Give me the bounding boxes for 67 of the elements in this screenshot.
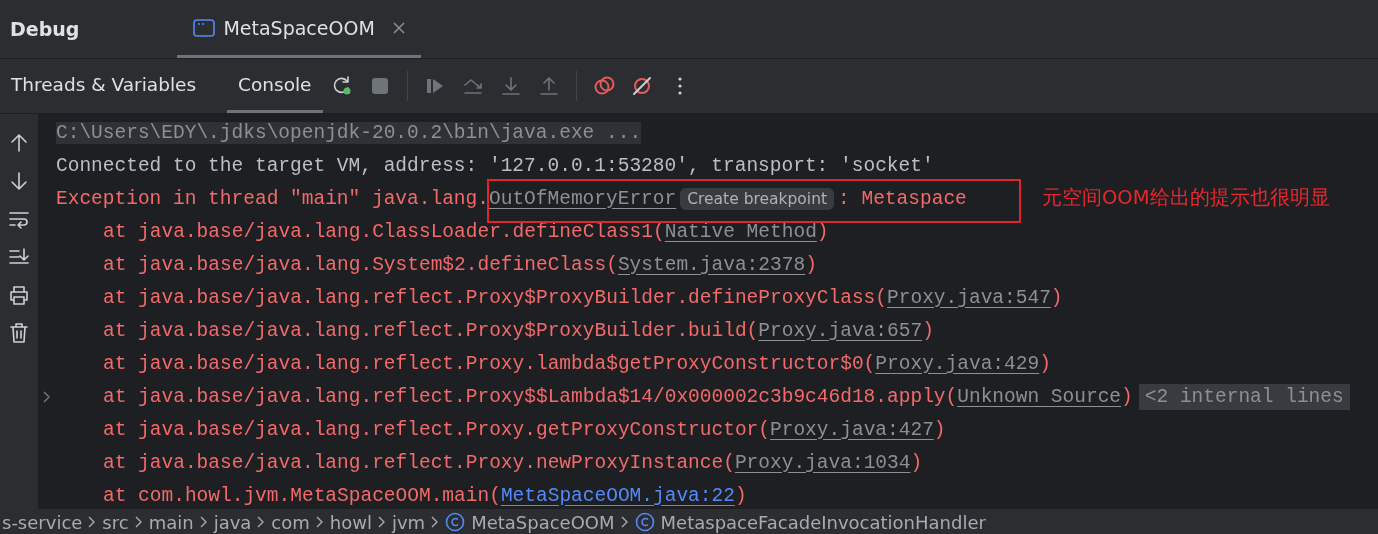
console-text: at java.base/java.lang.reflect.Proxy.newProxyInstance( <box>103 451 735 474</box>
step-into-icon[interactable] <box>499 75 522 97</box>
chevron-icon <box>134 516 143 528</box>
breadcrumb-item[interactable]: java <box>213 511 252 533</box>
view-tab[interactable]: Console <box>227 59 323 113</box>
up-arrow-icon[interactable] <box>8 132 30 154</box>
chevron-icon <box>620 516 629 528</box>
console-text: at java.base/java.lang.reflect.Proxy$ProxyBuilder.defineProxyClass( <box>103 286 888 309</box>
console-text: ) <box>805 253 817 276</box>
console-text: at java.base/java.lang.reflect.Proxy.getProxyConstructor( <box>103 418 770 441</box>
source-link[interactable]: Native Method <box>664 220 817 243</box>
chevron-icon <box>377 516 386 528</box>
view-tab[interactable]: Threads & Variables <box>0 59 208 113</box>
chevron-icon <box>88 516 97 528</box>
source-link[interactable]: Proxy.java:1034 <box>734 451 911 474</box>
console-text: Connected to the target VM, address: '127.0.0.1:53280', transport: 'socket' <box>56 154 934 177</box>
console-text: ) <box>1121 385 1133 408</box>
console-text: ) <box>933 418 946 441</box>
breadcrumb-item[interactable]: com <box>271 511 310 533</box>
console-text: at java.base/java.lang.reflect.Proxy$$Lambda$14/0x000002c3b9c46d18.apply( <box>103 385 958 408</box>
console-text: at com.howl.jvm.MetaSpaceOOM.main( <box>103 484 501 507</box>
console-text: : Metaspace <box>838 187 967 210</box>
step-out-icon[interactable] <box>537 75 560 97</box>
breadcrumb-item[interactable]: MetaspaceFacadeInvocationHandler <box>634 511 986 533</box>
source-link[interactable]: Proxy.java:427 <box>770 418 934 441</box>
trash-icon[interactable] <box>8 322 30 344</box>
breadcrumb-item[interactable]: main <box>148 511 194 533</box>
panel-title: Debug <box>9 17 81 42</box>
class-icon <box>445 512 466 532</box>
chevron-icon <box>315 516 324 528</box>
console-text: ) <box>1039 352 1051 375</box>
console-text: ) <box>922 319 934 342</box>
source-link[interactable]: Proxy.java:429 <box>875 352 1040 375</box>
breadcrumb-item[interactable]: s-service <box>2 511 83 533</box>
chevron-icon <box>431 516 440 528</box>
console-text: at java.base/java.lang.reflect.Proxy$ProxyBuilder.build( <box>103 319 759 342</box>
create-breakpoint-hint[interactable]: Create breakpoint <box>680 187 835 210</box>
folded-lines-marker[interactable]: <2 internal lines <box>1138 383 1350 410</box>
console-text: ) <box>734 484 747 507</box>
down-arrow-icon[interactable] <box>8 170 30 192</box>
console-text: at java.base/java.lang.ClassLoader.defineClass1( <box>103 220 665 243</box>
breadcrumb-item[interactable]: MetaSpaceOOM <box>445 511 615 533</box>
mute-breakpoints-icon[interactable] <box>630 75 653 97</box>
expand-chevron-icon[interactable] <box>43 390 51 403</box>
console-text: at java.base/java.lang.System$2.defineClass( <box>103 253 618 276</box>
chevron-icon <box>257 516 266 528</box>
console-text: C:\Users\EDY\.jdks\openjdk-20.0.2\bin\java.exe ... <box>56 121 642 144</box>
source-link[interactable]: System.java:2378 <box>617 253 806 276</box>
close-icon[interactable] <box>392 21 405 34</box>
print-icon[interactable] <box>8 284 30 306</box>
source-link[interactable]: OutOfMemoryError <box>489 187 677 210</box>
console-text: at java.base/java.lang.reflect.Proxy.lambda$getProxyConstructor$0( <box>103 352 876 375</box>
source-link[interactable]: MetaSpaceOOM.java:22 <box>500 484 735 507</box>
breadcrumb-item[interactable]: howl <box>329 511 372 533</box>
breadcrumb-item[interactable]: jvm <box>391 511 426 533</box>
console-text: ) <box>910 451 923 474</box>
window-icon <box>193 17 216 38</box>
source-link[interactable]: Unknown Source <box>957 385 1122 408</box>
chevron-icon <box>199 516 208 528</box>
class-icon <box>634 512 655 532</box>
annotation-text: 元空间OOM给出的提示也很明显 <box>1042 185 1330 211</box>
source-link[interactable]: Proxy.java:657 <box>758 319 923 342</box>
breadcrumb-item[interactable]: src <box>102 511 129 533</box>
source-link[interactable]: Proxy.java:547 <box>887 286 1051 309</box>
breakpoints-icon[interactable] <box>592 75 615 97</box>
console-text: ) <box>1050 286 1063 309</box>
console-text: Exception in thread "main" java.lang. <box>56 187 489 210</box>
